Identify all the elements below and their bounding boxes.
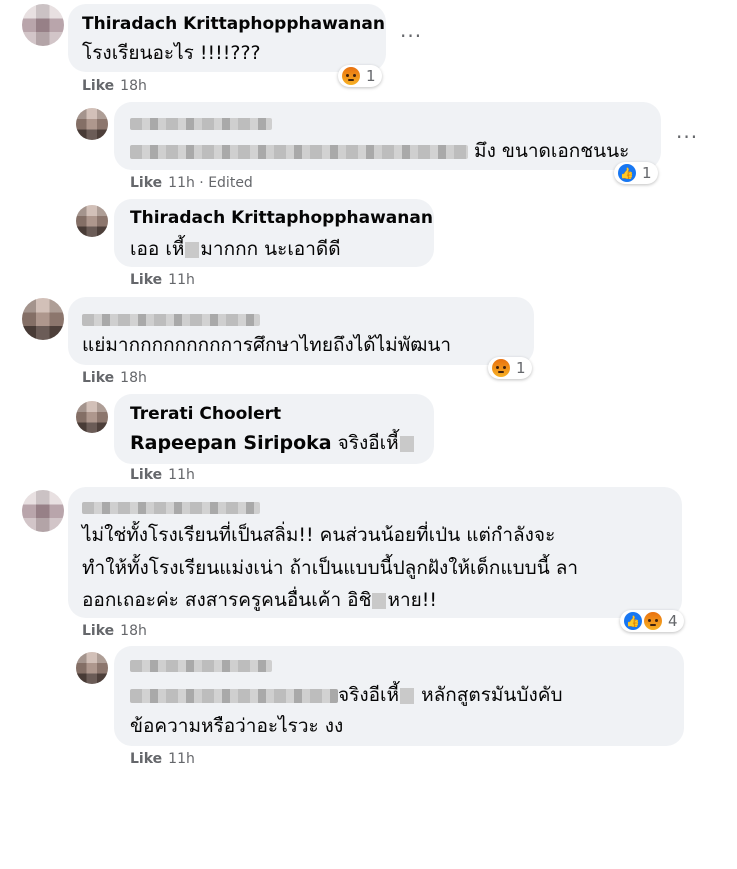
avatar[interactable] bbox=[76, 652, 108, 684]
more-options-icon[interactable]: ··· bbox=[676, 125, 698, 149]
comment-text-line: ข้อความหรือว่าอะไรวะ งง bbox=[130, 715, 344, 737]
timestamp[interactable]: 11h bbox=[168, 467, 195, 483]
timestamp[interactable]: 18h bbox=[120, 623, 147, 639]
comment-meta: Like 11h bbox=[130, 272, 195, 288]
comment-author[interactable]: Trerati Choolert bbox=[130, 404, 281, 424]
timestamp[interactable]: 18h bbox=[120, 78, 147, 94]
comment-text: Rapeepan Siripoka จริงอีเหี้ bbox=[130, 428, 415, 458]
reaction-count: 1 bbox=[516, 359, 526, 377]
comment-meta: Like 11h bbox=[130, 751, 195, 767]
comment-meta: Like 18h bbox=[82, 370, 147, 386]
reaction-summary[interactable]: 1 bbox=[488, 357, 532, 379]
comment-text-line: ไม่ใช่ทั้งโรงเรียนที่เป็นสลิ่ม!! คนส่วนน… bbox=[82, 524, 556, 546]
comment-text: มึง ขนาดเอกชนนะ bbox=[130, 136, 629, 166]
like-link[interactable]: Like bbox=[130, 751, 162, 767]
avatar[interactable] bbox=[22, 298, 64, 340]
comment-text-line: จริงอีเหี้ หลักสูตรมันบังคับ bbox=[130, 680, 563, 710]
reaction-summary[interactable]: 👍 4 bbox=[620, 610, 684, 632]
timestamp[interactable]: 18h bbox=[120, 370, 147, 386]
reaction-count: 1 bbox=[642, 164, 652, 182]
reaction-count: 1 bbox=[366, 67, 376, 85]
blurred-author bbox=[82, 314, 260, 326]
comment-text: โรงเรียนอะไร !!!!??? bbox=[82, 42, 261, 64]
censor-block bbox=[399, 435, 414, 452]
blurred-author bbox=[130, 660, 272, 672]
angry-icon bbox=[644, 612, 662, 630]
comment-author[interactable]: Thiradach Krittaphopphawanan bbox=[82, 14, 385, 34]
comment-author[interactable] bbox=[82, 310, 260, 330]
comment-author[interactable] bbox=[130, 114, 272, 134]
avatar[interactable] bbox=[76, 401, 108, 433]
like-link[interactable]: Like bbox=[130, 467, 162, 483]
more-options-icon[interactable]: ··· bbox=[400, 24, 422, 48]
like-link[interactable]: Like bbox=[82, 623, 114, 639]
comment-thread: Thiradach Krittaphopphawanan โรงเรียนอะไ… bbox=[0, 0, 737, 770]
like-icon: 👍 bbox=[618, 164, 636, 182]
comment-text: เออ เหี้ มากกก นะเอาดีดี bbox=[130, 238, 341, 260]
avatar[interactable] bbox=[22, 490, 64, 532]
timestamp[interactable]: 11h bbox=[168, 272, 195, 288]
comment-author[interactable] bbox=[130, 656, 272, 676]
edited-label[interactable]: Edited bbox=[208, 175, 253, 191]
blurred-text bbox=[130, 144, 468, 159]
censor-block bbox=[185, 241, 200, 258]
reaction-count: 4 bbox=[668, 612, 678, 630]
blurred-author bbox=[130, 118, 272, 130]
comment-meta: Like 11h · Edited bbox=[130, 175, 253, 191]
avatar[interactable] bbox=[76, 205, 108, 237]
separator: · bbox=[199, 175, 204, 191]
reaction-summary[interactable]: 👍 1 bbox=[614, 162, 658, 184]
comment-meta: Like 11h bbox=[130, 467, 195, 483]
comment-author[interactable]: Thiradach Krittaphopphawanan bbox=[130, 208, 433, 228]
comment-text-line: ทำให้ทั้งโรงเรียนแม่งเน่า ถ้าเป็นแบบนี้ป… bbox=[82, 557, 579, 579]
like-link[interactable]: Like bbox=[130, 175, 162, 191]
like-icon: 👍 bbox=[624, 612, 642, 630]
like-link[interactable]: Like bbox=[130, 272, 162, 288]
comment-meta: Like 18h bbox=[82, 623, 147, 639]
blurred-text bbox=[130, 688, 338, 703]
angry-icon bbox=[492, 359, 510, 377]
comment-author[interactable] bbox=[82, 498, 260, 518]
comment-meta: Like 18h bbox=[82, 78, 147, 94]
blurred-author bbox=[82, 502, 260, 514]
censor-block bbox=[400, 687, 415, 704]
like-link[interactable]: Like bbox=[82, 370, 114, 386]
avatar[interactable] bbox=[76, 108, 108, 140]
comment-text: แย่มากกกกกกกกการศึกษาไทยถึงได้ไม่พัฒนา bbox=[82, 334, 452, 356]
timestamp[interactable]: 11h bbox=[168, 751, 195, 767]
comment-text-line: ออกเถอะค่ะ สงสารครูคนอื่นเค้า อิชิ หาย!! bbox=[82, 589, 438, 611]
timestamp[interactable]: 11h bbox=[168, 175, 195, 191]
angry-icon bbox=[342, 67, 360, 85]
like-link[interactable]: Like bbox=[82, 78, 114, 94]
censor-block bbox=[372, 592, 387, 609]
mention-link[interactable]: Rapeepan Siripoka bbox=[130, 432, 332, 454]
avatar[interactable] bbox=[22, 4, 64, 46]
reaction-summary[interactable]: 1 bbox=[338, 65, 382, 87]
